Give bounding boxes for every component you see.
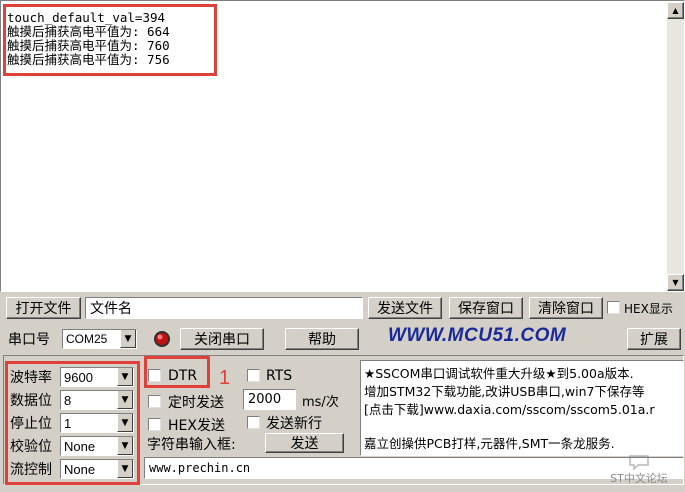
info-line: 嘉立创操供PCB打样,元器件,SMT一条龙服务. <box>364 435 615 451</box>
send-newline-label: 发送新行 <box>266 416 322 432</box>
hex-send-checkbox[interactable] <box>148 418 161 431</box>
save-window-button[interactable]: 保存窗口 <box>449 297 523 319</box>
input-box-label: 字符串输入框: <box>147 437 236 453</box>
timed-send-label: 定时发送 <box>168 395 224 411</box>
send-file-button[interactable]: 发送文件 <box>368 297 442 319</box>
vertical-scrollbar[interactable]: ▲ ▼ <box>667 2 684 291</box>
file-name-input[interactable]: 文件名 <box>85 297 363 319</box>
watermark-logo: ST中文论坛 <box>596 446 682 486</box>
chat-icon <box>629 455 649 470</box>
port-select[interactable]: COM25 ▼ <box>62 329 137 349</box>
help-button[interactable]: 帮助 <box>285 328 359 350</box>
rts-label: RTS <box>266 368 293 384</box>
receive-area[interactable]: touch_default_val=394 触摸后捕获高电平值为: 664 触摸… <box>0 0 685 292</box>
hex-display-checkbox[interactable] <box>607 301 620 314</box>
download-link[interactable]: [点击下载]www.daxia.com/sscom/sscom5.01a.r <box>364 399 655 417</box>
open-file-button[interactable]: 打开文件 <box>6 297 81 319</box>
expand-button[interactable]: 扩展 <box>627 328 681 350</box>
info-box: ★SSCOM串口调试软件重大升级★到5.00a版本. 增加STM32下载功能,改… <box>360 360 684 456</box>
rts-checkbox[interactable] <box>247 369 260 382</box>
port-status-icon <box>153 330 171 348</box>
send-button[interactable]: 发送 <box>265 433 344 453</box>
hex-send-label: HEX发送 <box>168 418 225 434</box>
watermark-text: ST中文论坛 <box>610 472 668 485</box>
info-line: ★SSCOM串口调试软件重大升级★到5.00a版本. <box>364 365 634 381</box>
timed-send-checkbox[interactable] <box>148 395 161 408</box>
hex-display-label: HEX显示 <box>624 301 673 316</box>
close-port-button[interactable]: 关闭串口 <box>180 328 264 350</box>
dtr-highlight-box <box>144 356 210 388</box>
port-label: 串口号 <box>8 332 50 348</box>
send-newline-checkbox[interactable] <box>247 416 260 429</box>
sscom-window: { "terminal": { "lines": [ "touch_defaul… <box>0 0 685 492</box>
terminal-highlight-box <box>3 4 217 76</box>
clear-window-button[interactable]: 清除窗口 <box>529 297 603 319</box>
scroll-up-button[interactable]: ▲ <box>667 2 684 19</box>
chevron-down-icon[interactable]: ▼ <box>120 330 136 348</box>
settings-highlight-box <box>5 361 140 485</box>
info-line: 增加STM32下载功能,改讲USB串口,win7下保存等 <box>364 383 645 399</box>
website-link[interactable]: WWW.MCU51.COM <box>388 325 608 351</box>
interval-input[interactable]: 2000 <box>243 389 296 410</box>
port-value: COM25 <box>66 332 108 346</box>
interval-unit-label: ms/次 <box>302 394 339 410</box>
scroll-down-button[interactable]: ▼ <box>667 274 684 291</box>
annotation-number: 1 <box>219 367 231 389</box>
